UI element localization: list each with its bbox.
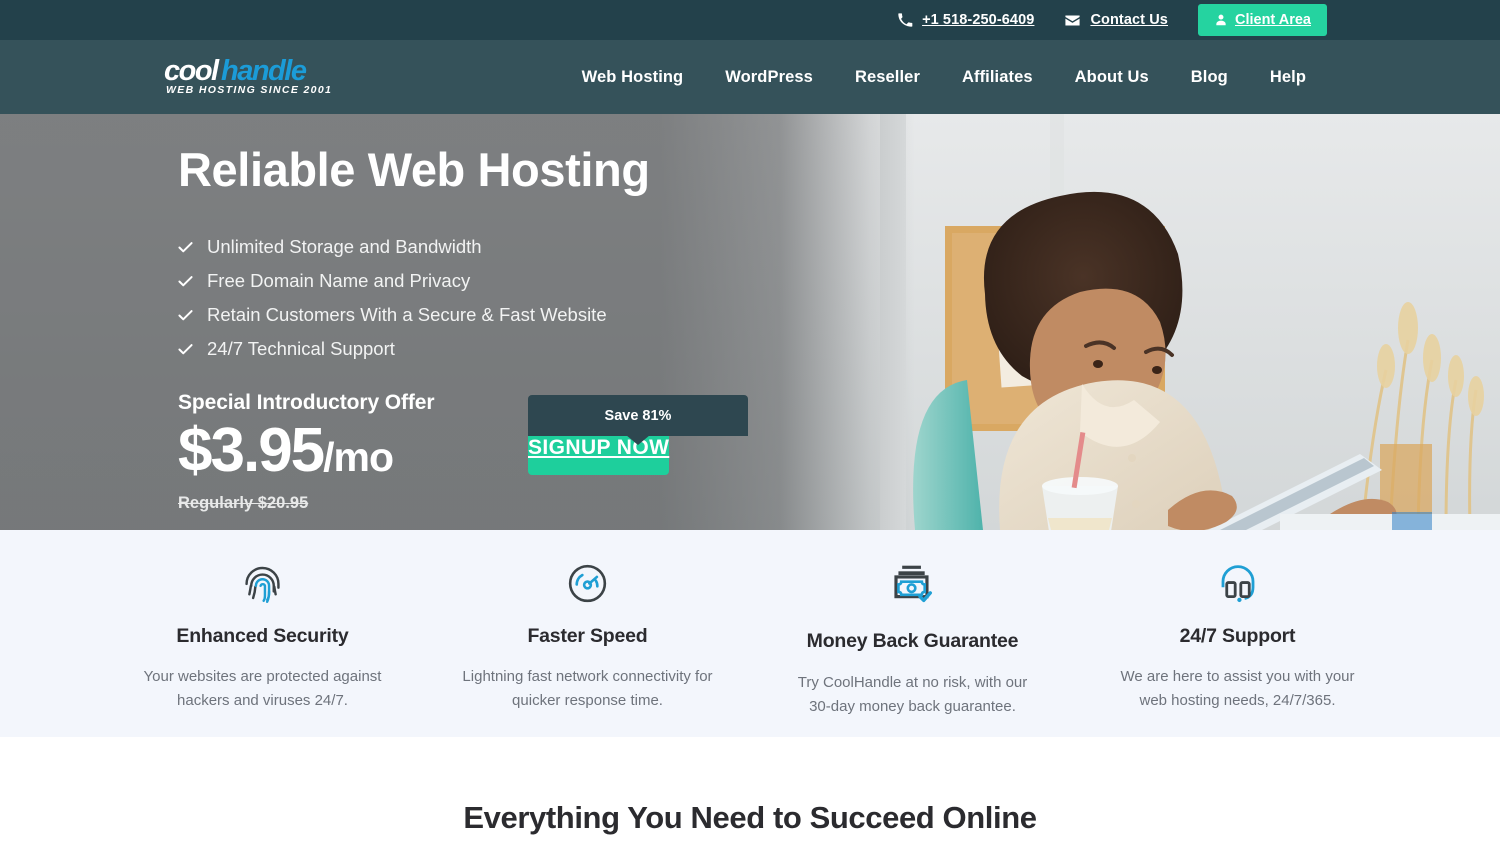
signup-cta: Save 81% SIGNUP NOW	[528, 395, 748, 476]
feature-faster-speed: Faster Speed Lightning fast network conn…	[425, 530, 750, 737]
coolhandle-logo-icon: cool handle WEB HOSTING SINCE 2001	[164, 56, 332, 96]
svg-text:WEB HOSTING SINCE 2001: WEB HOSTING SINCE 2001	[166, 84, 332, 96]
feature-description: Try CoolHandle at no risk, with our 30-d…	[797, 674, 1028, 715]
feature-title: Faster Speed	[527, 625, 648, 647]
hero-feature-list: Unlimited Storage and Bandwidth Free Dom…	[178, 230, 1500, 366]
hero-section: Reliable Web Hosting Unlimited Storage a…	[0, 114, 1500, 530]
site-logo[interactable]: cool handle WEB HOSTING SINCE 2001	[164, 56, 364, 98]
fingerprint-icon	[100, 559, 425, 607]
nav-item-affiliates[interactable]: Affiliates	[941, 68, 1054, 87]
price-period: /mo	[323, 434, 394, 481]
svg-text:cool: cool	[164, 56, 220, 87]
nav-item-reseller[interactable]: Reseller	[834, 68, 941, 87]
main-navigation: Web Hosting WordPress Reseller Affiliate…	[561, 68, 1327, 87]
check-icon	[178, 343, 193, 356]
svg-text:handle: handle	[221, 56, 307, 87]
phone-icon	[897, 12, 913, 28]
regular-price: Regularly $20.95	[178, 494, 309, 513]
nav-item-wordpress[interactable]: WordPress	[704, 68, 834, 87]
contact-us-label: Contact Us	[1090, 12, 1168, 28]
hero-list-item: 24/7 Technical Support	[178, 332, 1500, 366]
section-heading: Everything You Need to Succeed Online	[463, 800, 1037, 835]
check-icon	[178, 241, 193, 254]
save-badge: Save 81%	[528, 395, 748, 437]
feature-description: We are here to assist you with your web …	[1120, 668, 1355, 709]
top-utility-bar: +1 518-250-6409 Contact Us Client Area	[0, 0, 1500, 40]
hero-list-label: Unlimited Storage and Bandwidth	[207, 236, 482, 258]
phone-number: +1 518-250-6409	[922, 12, 1035, 28]
hero-list-item: Retain Customers With a Secure & Fast We…	[178, 298, 1500, 332]
offer-block: Special Introductory Offer $3.95/mo Regu…	[178, 391, 1500, 513]
features-section: Enhanced Security Your websites are prot…	[0, 530, 1500, 737]
check-icon	[178, 275, 193, 288]
client-area-label: Client Area	[1234, 12, 1311, 28]
client-area-button[interactable]: Client Area	[1197, 4, 1327, 36]
price-amount: $3.95	[178, 416, 325, 486]
nav-item-about-us[interactable]: About Us	[1054, 68, 1170, 87]
headset-icon	[1075, 559, 1400, 607]
feature-title: Enhanced Security	[176, 625, 349, 647]
contact-us-link[interactable]: Contact Us	[1064, 12, 1168, 29]
hero-title: Reliable Web Hosting	[178, 143, 650, 196]
check-icon	[178, 309, 193, 322]
hero-list-item: Unlimited Storage and Bandwidth	[178, 230, 1500, 264]
succeed-online-section: Everything You Need to Succeed Online	[0, 737, 1500, 855]
feature-title: 24/7 Support	[1179, 625, 1296, 647]
user-icon	[1214, 13, 1228, 27]
feature-description: Lightning fast network connectivity for …	[462, 668, 713, 709]
nav-item-blog[interactable]: Blog	[1170, 68, 1249, 87]
phone-link[interactable]: +1 518-250-6409	[897, 12, 1034, 28]
feature-description: Your websites are protected against hack…	[143, 668, 382, 709]
speedometer-icon	[425, 559, 750, 607]
nav-item-web-hosting[interactable]: Web Hosting	[561, 68, 705, 87]
nav-item-help[interactable]: Help	[1249, 68, 1327, 87]
envelope-icon	[1064, 12, 1081, 29]
money-back-icon	[750, 559, 1075, 607]
hero-list-item: Free Domain Name and Privacy	[178, 264, 1500, 298]
feature-enhanced-security: Enhanced Security Your websites are prot…	[100, 530, 425, 737]
hero-list-label: Retain Customers With a Secure & Fast We…	[207, 304, 607, 326]
site-header: cool handle WEB HOSTING SINCE 2001 Web H…	[0, 40, 1500, 114]
feature-24-7-support: 24/7 Support We are here to assist you w…	[1075, 530, 1400, 737]
price-display: $3.95/mo	[178, 420, 528, 482]
feature-title: Money Back Guarantee	[806, 630, 1019, 652]
offer-title: Special Introductory Offer	[178, 391, 435, 415]
feature-money-back-guarantee: Money Back Guarantee Try CoolHandle at n…	[750, 530, 1075, 737]
hero-list-label: Free Domain Name and Privacy	[207, 270, 471, 292]
hero-list-label: 24/7 Technical Support	[207, 338, 395, 360]
